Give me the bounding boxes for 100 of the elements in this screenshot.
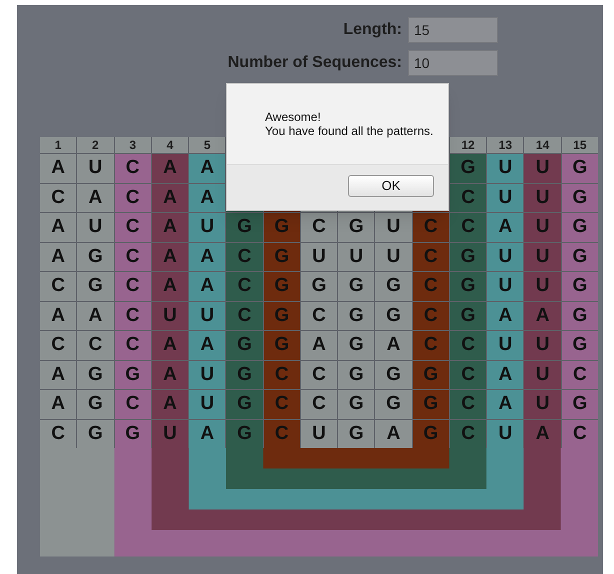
sequence-cell: A bbox=[189, 154, 226, 182]
field-label: Number of Sequences: bbox=[226, 53, 402, 73]
sequence-cell: U bbox=[524, 272, 561, 300]
sequence-cell: C bbox=[300, 360, 338, 389]
sequence-cell: U bbox=[77, 154, 114, 182]
column-header: 12 bbox=[450, 137, 486, 153]
sequence-cell: C bbox=[40, 420, 76, 448]
sequence-cell: G bbox=[226, 213, 263, 242]
sequence-cell: C bbox=[40, 272, 76, 300]
sequence-cell: G bbox=[375, 302, 412, 330]
sequence-cell: G bbox=[338, 420, 374, 448]
sequence-cell: G bbox=[264, 302, 300, 330]
sequence-cell: C bbox=[114, 390, 151, 418]
sequence-cell: A bbox=[40, 302, 76, 330]
sequence-cell: G bbox=[562, 331, 598, 360]
sequence-cell: C bbox=[562, 360, 598, 389]
sequence-cell: C bbox=[114, 154, 151, 182]
sequence-cell: A bbox=[189, 420, 226, 448]
sequence-cell: G bbox=[412, 360, 449, 389]
sequence-cell: C bbox=[226, 302, 263, 330]
sequence-cell: C bbox=[562, 420, 598, 448]
input-field[interactable]: 10 bbox=[408, 50, 498, 76]
sequence-cell: U bbox=[524, 242, 561, 271]
sequence-cell: A bbox=[152, 360, 188, 389]
sequence-cell: C bbox=[114, 213, 151, 242]
sequence-cell: A bbox=[152, 154, 188, 182]
sequence-cell: A bbox=[152, 213, 188, 242]
sequence-cell: G bbox=[338, 213, 374, 242]
sequence-cell: U bbox=[375, 213, 412, 242]
sequence-cell: G bbox=[562, 242, 598, 271]
sequence-cell: A bbox=[152, 390, 188, 418]
sequence-cell: G bbox=[338, 360, 374, 389]
sequence-cell: A bbox=[40, 213, 76, 242]
sequence-cell: G bbox=[77, 390, 114, 418]
sequence-cell: C bbox=[300, 390, 338, 418]
sequence-cell: G bbox=[450, 302, 486, 330]
sequence-cell: U bbox=[487, 420, 524, 448]
sequence-cell: C bbox=[264, 360, 300, 389]
sequence-cell: A bbox=[300, 331, 338, 360]
sequence-cell: A bbox=[40, 154, 76, 182]
sequence-cell: G bbox=[226, 360, 263, 389]
sequence-cell: A bbox=[40, 360, 76, 389]
sequence-cell: G bbox=[450, 272, 486, 300]
sequence-cell: G bbox=[562, 154, 598, 182]
sequence-cell: A bbox=[152, 331, 188, 360]
sequence-cell: A bbox=[487, 360, 524, 389]
sequence-cell: U bbox=[524, 331, 561, 360]
sequence-cell: G bbox=[562, 390, 598, 418]
sequence-cell: G bbox=[300, 272, 338, 300]
sequence-cell: C bbox=[450, 213, 486, 242]
sequence-cell: C bbox=[450, 184, 486, 212]
column-header: 1 bbox=[40, 137, 76, 153]
sequence-cell: A bbox=[524, 302, 561, 330]
sequence-cell: U bbox=[189, 213, 226, 242]
sequence-cell: G bbox=[77, 242, 114, 271]
sequence-cell: C bbox=[412, 272, 449, 300]
sequence-cell: G bbox=[412, 420, 449, 448]
sequence-cell: U bbox=[338, 242, 374, 271]
sequence-cell: G bbox=[375, 360, 412, 389]
sequence-cell: C bbox=[450, 331, 486, 360]
sequence-cell: C bbox=[300, 213, 338, 242]
sequence-cell: G bbox=[226, 390, 263, 418]
sequence-cell: G bbox=[226, 331, 263, 360]
sequence-cell: U bbox=[487, 242, 524, 271]
sequence-cell: A bbox=[40, 390, 76, 418]
sequence-cell: A bbox=[152, 272, 188, 300]
sequence-cell: U bbox=[524, 360, 561, 389]
ok-button[interactable]: OK bbox=[348, 175, 434, 197]
sequence-cell: C bbox=[450, 420, 486, 448]
sequence-cell: U bbox=[487, 272, 524, 300]
input-field[interactable]: 15 bbox=[408, 17, 498, 43]
sequence-cell: G bbox=[562, 302, 598, 330]
sequence-cell: G bbox=[77, 420, 114, 448]
sequence-cell: C bbox=[412, 331, 449, 360]
sequence-cell: A bbox=[40, 242, 76, 271]
sequence-cell: U bbox=[152, 302, 188, 330]
sequence-cell: G bbox=[450, 242, 486, 271]
sequence-cell: C bbox=[264, 390, 300, 418]
sequence-cell: C bbox=[226, 272, 263, 300]
column-header: 5 bbox=[189, 137, 226, 153]
sequence-cell: A bbox=[524, 420, 561, 448]
sequence-cell: G bbox=[412, 390, 449, 418]
dialog-message: You have found all the patterns. bbox=[265, 124, 434, 138]
sequence-cell: C bbox=[450, 360, 486, 389]
column-header: 2 bbox=[77, 137, 114, 153]
sequence-cell: A bbox=[77, 184, 114, 212]
sequence-cell: C bbox=[114, 331, 151, 360]
sequence-cell: G bbox=[226, 420, 263, 448]
column-header: 15 bbox=[562, 137, 598, 153]
column-header: 13 bbox=[487, 137, 524, 153]
sequence-cell: A bbox=[189, 242, 226, 271]
sequence-cell: G bbox=[77, 360, 114, 389]
sequence-cell: A bbox=[189, 272, 226, 300]
sequence-cell: U bbox=[487, 154, 524, 182]
sequence-cell: G bbox=[264, 213, 300, 242]
sequence-cell: G bbox=[375, 272, 412, 300]
sequence-cell: U bbox=[524, 213, 561, 242]
sequence-cell: A bbox=[152, 242, 188, 271]
sequence-cell: C bbox=[226, 242, 263, 271]
sequence-cell: C bbox=[114, 242, 151, 271]
